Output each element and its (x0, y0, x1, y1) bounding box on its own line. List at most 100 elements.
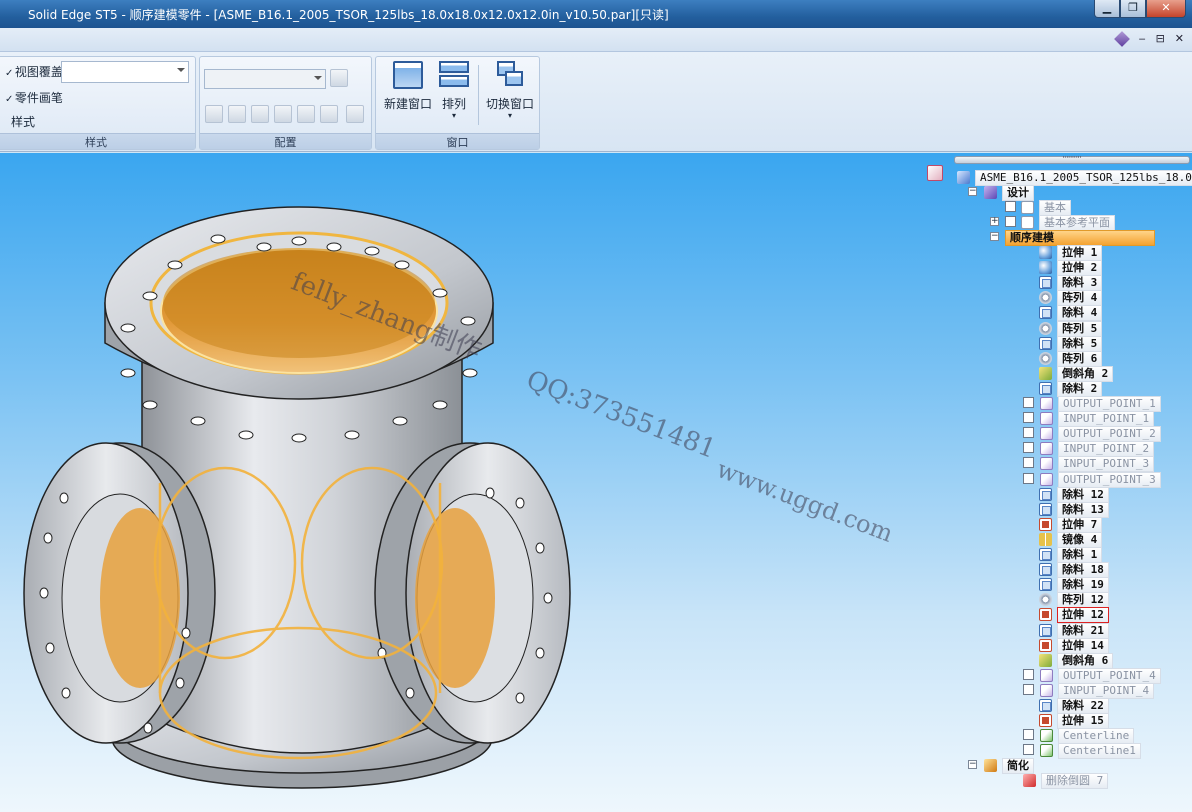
doc-minimize-button[interactable]: ‒ (1139, 32, 1146, 46)
tree-feature-row[interactable]: 除料 2 (1039, 380, 1103, 397)
point-icon (1040, 442, 1053, 456)
feature-visibility-checkbox[interactable] (1023, 412, 1034, 424)
config-tool-3-icon[interactable] (251, 105, 269, 123)
tree-feature-label: 除料 1 (1057, 547, 1103, 563)
cutout-icon (1039, 623, 1052, 637)
feature-visibility-checkbox[interactable] (1023, 668, 1034, 680)
close-button[interactable]: ✕ (1146, 0, 1186, 18)
config-tool-7-icon[interactable] (346, 105, 364, 123)
tree-feature-row[interactable]: OUTPUT_POINT_3 (1023, 471, 1161, 488)
part-brush-row[interactable]: ✓ 零件画笔 (5, 89, 63, 106)
tree-feature-row[interactable]: 镜像 4 (1039, 531, 1103, 548)
arrange-label: 排列 (441, 97, 466, 111)
tree-feature-row[interactable]: 拉伸 7 (1039, 516, 1103, 533)
switch-window-button[interactable]: 切换窗口 ▾ (484, 61, 536, 120)
point-icon (1040, 457, 1053, 471)
tree-root[interactable]: ASME_B16.1_2005_TSOR_125lbs_18.0 (957, 170, 1192, 186)
feature-visibility-checkbox[interactable] (1023, 472, 1034, 484)
new-window-button[interactable]: 新建窗口 (380, 61, 436, 112)
feature-visibility-checkbox[interactable] (1023, 457, 1034, 469)
tree-feature-row[interactable]: INPUT_POINT_2 (1023, 441, 1155, 458)
tree-feature-row[interactable]: 倒斜角 2 (1039, 365, 1114, 382)
tree-node-simplify[interactable]: − 简化 (968, 758, 1034, 774)
tree-feature-row[interactable]: 阵列 4 (1039, 290, 1103, 307)
collapse-icon[interactable]: − (968, 760, 977, 769)
new-window-icon (393, 61, 423, 89)
doc-close-button[interactable]: ✕ (1175, 32, 1184, 46)
tree-feature-row[interactable]: 除料 22 (1039, 698, 1109, 714)
doc-restore-button[interactable]: ⊟ (1156, 32, 1165, 46)
feature-visibility-checkbox[interactable] (1023, 744, 1034, 756)
config-tool-1-icon[interactable] (205, 105, 223, 123)
tree-feature-row[interactable]: 除料 13 (1039, 501, 1109, 518)
tree-feature-row[interactable]: INPUT_POINT_4 (1023, 682, 1155, 699)
tree-feature-row[interactable]: Centerline1 (1023, 743, 1141, 760)
tree-node-delete-round[interactable]: 删除倒圆 7 (1023, 773, 1109, 789)
planes-icon (1021, 216, 1034, 229)
feature-visibility-checkbox[interactable] (1023, 729, 1034, 741)
tree-feature-row[interactable]: 阵列 5 (1039, 320, 1103, 337)
tree-feature-row[interactable]: INPUT_POINT_3 (1023, 456, 1155, 473)
collapse-icon[interactable]: − (990, 232, 999, 241)
collapse-icon[interactable]: − (968, 187, 977, 196)
config-tool-2-icon[interactable] (228, 105, 246, 123)
pathfinder-icon[interactable] (927, 165, 943, 181)
tree-feature-row[interactable]: 拉伸 2 (1039, 260, 1103, 277)
arrange-icon (439, 61, 469, 89)
config-tool-4-icon[interactable] (274, 105, 292, 123)
config-tool-6-icon[interactable] (320, 105, 338, 123)
view-overlay-row[interactable]: ✓ 视图覆盖 (5, 63, 63, 80)
tree-feature-row[interactable]: OUTPUT_POINT_1 (1023, 396, 1161, 412)
help-icon[interactable] (1113, 31, 1130, 47)
feature-visibility-checkbox[interactable] (1023, 683, 1034, 695)
tree-feature-row[interactable]: INPUT_POINT_1 (1023, 411, 1155, 428)
tree-feature-row[interactable]: 除料 4 (1039, 305, 1103, 322)
tree-feature-row[interactable]: 阵列 12 (1039, 592, 1109, 609)
tree-feature-row[interactable]: OUTPUT_POINT_4 (1023, 667, 1161, 684)
tree-feature-row[interactable]: 阵列 6 (1039, 350, 1103, 367)
base-checkbox[interactable] (1005, 201, 1016, 212)
feature-visibility-checkbox[interactable] (1023, 397, 1034, 408)
style-row[interactable]: 样式 (11, 113, 35, 130)
pattern-icon (1039, 321, 1052, 335)
tree-feature-row[interactable]: 除料 21 (1039, 622, 1109, 639)
tree-feature-row[interactable]: 除料 19 (1039, 577, 1109, 594)
view-overlay-dropdown[interactable] (61, 61, 189, 83)
tree-feature-row[interactable]: 除料 12 (1039, 486, 1109, 503)
tree-feature-row[interactable]: 除料 3 (1039, 275, 1103, 292)
tree-feature-label: 除料 2 (1057, 380, 1103, 397)
tree-node-base-planes[interactable]: + 基本参考平面 (990, 215, 1115, 231)
config-dropdown[interactable] (204, 69, 326, 89)
tree-node-design[interactable]: − 设计 (968, 185, 1034, 201)
tree-feature-row[interactable]: OUTPUT_POINT_2 (1023, 426, 1161, 443)
point-icon (1040, 683, 1053, 697)
arrange-dropdown-icon: ▾ (451, 111, 456, 120)
base-planes-checkbox[interactable] (1005, 216, 1016, 227)
pattern-icon (1039, 351, 1052, 365)
config-save-icon[interactable] (330, 69, 348, 87)
tree-feature-row[interactable]: 倒斜角 6 (1039, 652, 1114, 669)
config-tool-5-icon[interactable] (297, 105, 315, 123)
feature-visibility-checkbox[interactable] (1023, 427, 1034, 439)
document-controls: ‒ ⊟ ✕ (1113, 31, 1184, 47)
point-icon (1040, 472, 1053, 486)
tree-feature-row[interactable]: 除料 5 (1039, 335, 1103, 352)
point-icon (1040, 397, 1053, 410)
tree-feature-row[interactable]: Centerline (1023, 728, 1135, 745)
arrange-button[interactable]: 排列 ▾ (438, 61, 470, 120)
tree-feature-row[interactable]: 拉伸 14 (1039, 637, 1109, 654)
tree-feature-row[interactable]: 拉伸 1 (1039, 245, 1103, 261)
tree-feature-row[interactable]: 拉伸 15 (1039, 713, 1109, 730)
tree-feature-row[interactable]: 除料 18 (1039, 562, 1109, 579)
tree-feature-row[interactable]: 拉伸 12 (1039, 607, 1109, 624)
restore-button[interactable]: ❐ (1120, 0, 1146, 18)
tree-feature-label: INPUT_POINT_3 (1058, 456, 1155, 473)
minimize-button[interactable]: ▁ (1094, 0, 1120, 18)
pathfinder-tree: ASME_B16.1_2005_TSOR_125lbs_18.0 − 设计 基本… (925, 163, 1192, 812)
feature-visibility-checkbox[interactable] (1023, 442, 1034, 454)
tree-node-delete-round-label: 删除倒圆 7 (1041, 773, 1109, 789)
tree-node-sequential[interactable]: − 顺序建模 (990, 230, 1155, 246)
tree-node-base[interactable]: 基本 (1005, 200, 1071, 216)
tree-feature-row[interactable]: 除料 1 (1039, 547, 1103, 563)
expand-icon[interactable]: + (990, 217, 999, 226)
